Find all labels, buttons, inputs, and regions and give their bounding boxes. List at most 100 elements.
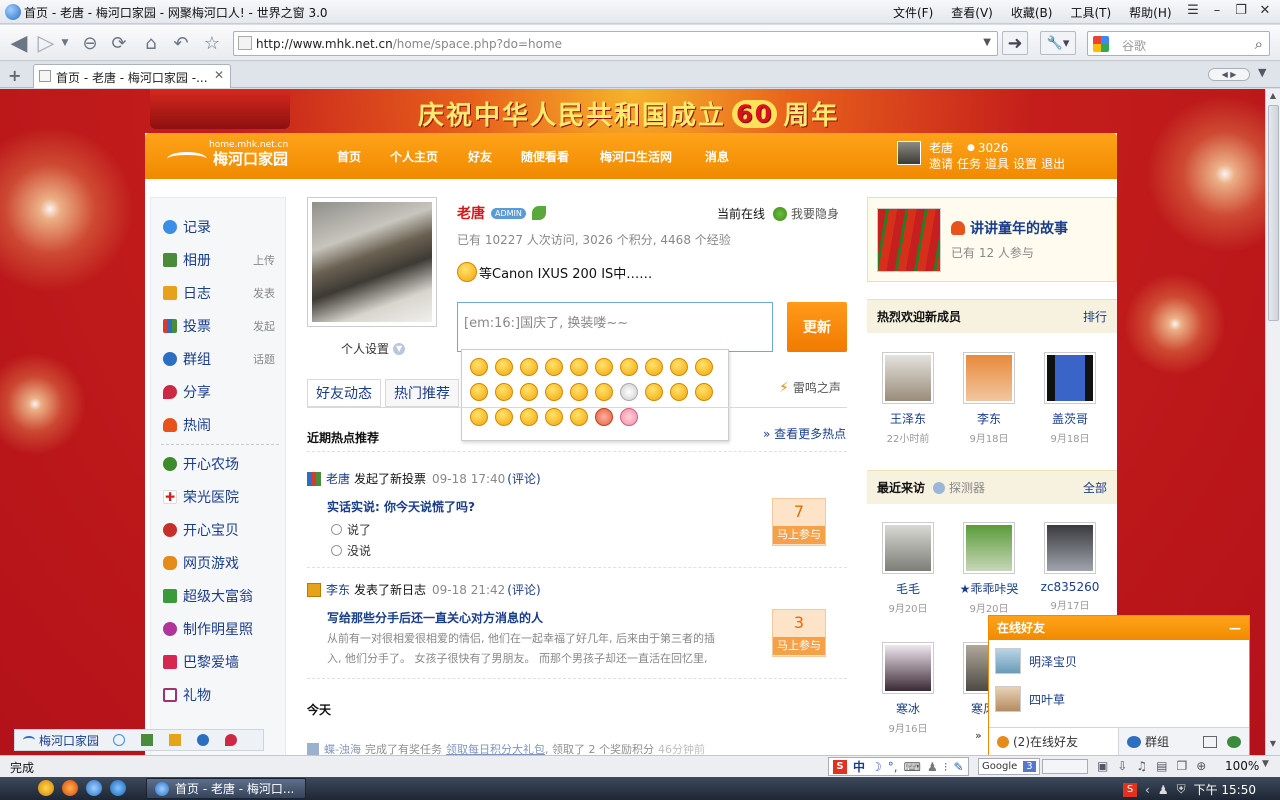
personal-settings[interactable]: 个人设置 ▼ [341, 340, 406, 357]
sidebar-item-albums[interactable]: 相册 上传 [163, 249, 283, 271]
tray-expand-icon[interactable]: ‹ [1145, 783, 1150, 797]
monitor-icon[interactable] [1203, 735, 1217, 748]
today-task-link[interactable]: 领取每日积分大礼包 [446, 741, 545, 755]
poll-title[interactable]: 实话实说: 你今天说慌了吗? [327, 498, 475, 515]
tab-list-icon[interactable]: ▼ [1258, 66, 1266, 79]
sogou-tray-icon[interactable]: S [1123, 782, 1137, 797]
emoji-icon[interactable] [645, 358, 663, 376]
emoji-icon[interactable] [470, 358, 488, 376]
search-icon[interactable]: ⌕ [1255, 35, 1263, 53]
back-icon[interactable]: ◀ [7, 31, 31, 56]
nav-home[interactable]: 首页 [337, 148, 361, 165]
sidebar-item-hot[interactable]: 热闹 [163, 414, 283, 436]
profile-name[interactable]: 老唐 [457, 203, 485, 223]
candied-haws-photo[interactable] [877, 208, 941, 272]
scroll-down-icon[interactable]: ▼ [1267, 739, 1279, 748]
online-friend-item[interactable]: 明泽宝贝 [995, 648, 1077, 674]
tools-wrench-icon[interactable]: 🔧▾ [1040, 31, 1076, 55]
favorite-star-icon[interactable]: ☆ [200, 31, 224, 55]
link-tasks[interactable]: 任务 [957, 155, 981, 172]
member-card[interactable]: 李东 9月18日 [954, 352, 1024, 445]
detector-link[interactable]: 探测器 [949, 479, 985, 496]
sidebar-item-records[interactable]: 记录 [163, 216, 283, 238]
emoji-icon[interactable] [520, 358, 538, 376]
firefox-icon[interactable] [62, 780, 78, 796]
shield-icon[interactable]: ⛨ [1177, 782, 1186, 797]
participate-box[interactable]: 3 马上参与 [772, 609, 826, 657]
sidebar-action-topic[interactable]: 话题 [253, 351, 275, 367]
comment-link[interactable]: (评论) [507, 470, 540, 487]
emoji-icon[interactable] [570, 358, 588, 376]
sidebar-app-hospital[interactable]: ✚ 荣光医院 [163, 486, 283, 508]
sidebar-app-baby[interactable]: 开心宝贝 [163, 519, 283, 541]
tab-close-icon[interactable]: ✕ [214, 68, 224, 82]
address-bar[interactable]: http://www.mhk.net.cn/home/space.php?do=… [233, 31, 998, 56]
download-icon[interactable]: ⇩ [1117, 759, 1127, 773]
user-status-icon[interactable] [1227, 735, 1241, 748]
undo-close-icon[interactable]: ↶ [169, 31, 193, 55]
emoji-icon[interactable] [620, 383, 638, 401]
close-icon[interactable]: ✕ [1254, 3, 1276, 19]
user-avatar-small[interactable] [897, 141, 921, 165]
new-tab-icon[interactable]: + [8, 66, 21, 85]
refresh-icon[interactable]: ⟳ [107, 31, 131, 55]
online-friend-item[interactable]: 四叶草 [995, 686, 1065, 712]
search-box[interactable]: 谷歌 ⌕ [1087, 31, 1270, 56]
emoji-icon[interactable] [620, 358, 638, 376]
notebook-icon[interactable] [169, 734, 182, 746]
update-button[interactable]: 更新 [787, 302, 847, 352]
sidebar-app-farm[interactable]: 开心农场 [163, 453, 283, 475]
sidebar-action-post[interactable]: 发表 [253, 285, 275, 301]
emoji-icon[interactable] [695, 383, 713, 401]
groups-tab[interactable]: 群组 [1127, 733, 1169, 750]
poll-option[interactable]: 说了 [331, 521, 371, 538]
emoji-icon[interactable] [595, 383, 613, 401]
join-now-button[interactable]: 马上参与 [773, 526, 825, 544]
zoom-dropdown-icon[interactable]: ▼ [1262, 759, 1269, 769]
emoji-icon[interactable] [570, 383, 588, 401]
user-name[interactable]: 老唐 [929, 139, 953, 156]
zoom-icon[interactable]: ⊕ [1196, 759, 1206, 773]
tab-scroll-icon[interactable]: ◀ ▶ [1208, 68, 1250, 81]
status-input[interactable]: [em:16:]国庆了, 换装喽~~ [457, 302, 773, 352]
menu-view[interactable]: 查看(V) [951, 4, 993, 21]
browser-icon[interactable] [86, 780, 102, 796]
ime-toolbar[interactable]: S 中 ☽ °, ⌨ ♟ ⁝ ✎ [828, 757, 969, 776]
sidebar-app-games[interactable]: 网页游戏 [163, 552, 283, 574]
emoji-icon[interactable] [670, 358, 688, 376]
nav-profile[interactable]: 个人主页 [390, 148, 438, 165]
visitor-card[interactable]: 毛毛 9月20日 [873, 522, 943, 615]
toolbar-home-label[interactable]: 梅河口家园 [39, 732, 99, 749]
feed-user[interactable]: 李东 [326, 581, 350, 598]
visitor-card[interactable]: ★乖乖咔哭 9月20日 [954, 522, 1024, 615]
mute-icon[interactable]: ♫ [1136, 759, 1147, 773]
emoji-icon[interactable] [595, 408, 613, 426]
go-arrow-icon[interactable]: ➜ [1002, 31, 1028, 55]
nav-browse[interactable]: 随便看看 [521, 148, 569, 165]
qq-tray-icon[interactable]: ♟ [1158, 783, 1169, 797]
restore-icon[interactable]: ❐ [1230, 3, 1252, 19]
nav-life[interactable]: 梅河口生活网 [600, 148, 672, 165]
qq-icon[interactable] [38, 780, 54, 796]
scroll-up-icon[interactable]: ▲ [1267, 91, 1279, 100]
sidebar-app-starphoto[interactable]: 制作明星照 [163, 618, 283, 640]
group-icon[interactable] [197, 734, 210, 746]
sidebar-app-gifts[interactable]: 礼物 [163, 684, 283, 706]
link-props[interactable]: 道具 [985, 155, 1009, 172]
emoji-icon[interactable] [695, 358, 713, 376]
emoji-icon[interactable] [470, 408, 488, 426]
menu-help[interactable]: 帮助(H) [1129, 4, 1171, 21]
tab-hot-picks[interactable]: 热门推荐 [385, 379, 459, 407]
ie-icon[interactable] [110, 780, 126, 796]
all-visitors-link[interactable]: 全部 [1083, 479, 1107, 496]
menu-list-icon[interactable]: ☰ [1182, 3, 1204, 19]
vertical-scrollbar[interactable]: ▲ ▼ [1265, 89, 1280, 755]
link-logout[interactable]: 退出 [1041, 155, 1065, 172]
forward-icon[interactable]: ▷ [34, 31, 58, 56]
hide-toggle[interactable]: 我要隐身 [773, 205, 839, 222]
site-logo[interactable]: home.mhk.net.cn 梅河口家园 [167, 140, 288, 169]
blog-title[interactable]: 写给那些分手后还一直关心对方消息的人 [327, 609, 543, 626]
emoji-icon[interactable] [495, 408, 513, 426]
emoji-icon[interactable] [645, 383, 663, 401]
more-hot-link[interactable]: » 查看更多热点 [763, 425, 846, 442]
